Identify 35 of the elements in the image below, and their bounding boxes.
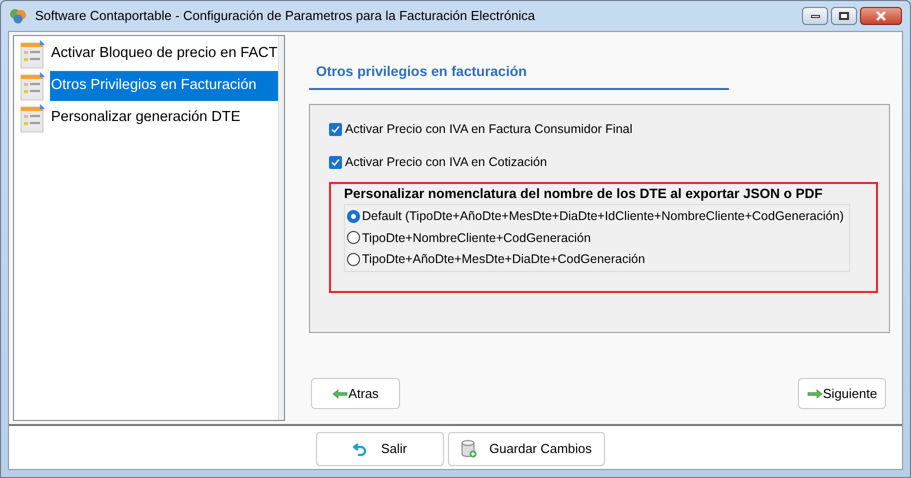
maximize-icon <box>839 12 849 20</box>
arrow-icon <box>332 388 348 398</box>
arrow-icon <box>806 388 823 398</box>
app-icon <box>9 8 27 24</box>
checkbox-label: Activar Precio con IVA en Factura Consumidor Final <box>345 121 632 138</box>
section-title: Otros privilegios en facturación <box>316 63 527 79</box>
radio-button[interactable] <box>347 231 360 244</box>
list-document-icon <box>20 39 46 69</box>
scrollbar[interactable] <box>278 36 284 420</box>
next-button[interactable]: Siguiente <box>798 378 886 409</box>
list-document-icon <box>20 71 46 101</box>
close-icon <box>875 11 887 21</box>
radio-button[interactable] <box>347 253 360 266</box>
sidebar-item[interactable]: Activar Bloqueo de precio en FACT <box>50 39 278 69</box>
radio-label: Default (TipoDte+AñoDte+MesDte+DiaDte+IdCliente+NombreCliente+CodGeneración) <box>362 208 844 225</box>
back-button[interactable]: Atras <box>311 378 400 409</box>
close-button[interactable] <box>860 7 902 25</box>
undo-icon <box>352 442 367 456</box>
sidebar-item[interactable]: Personalizar generación DTE <box>50 103 242 133</box>
minimize-icon <box>810 14 820 18</box>
radio-label: TipoDte+AñoDte+MesDte+DiaDte+CodGeneración <box>362 251 646 268</box>
window-title: Software Contaportable - Configuración de Parametros para la Facturación Electrónica <box>35 7 536 26</box>
group-title: Personalizar nomenclatura del nombre de los DTE al exportar JSON o PDF <box>344 184 824 203</box>
checkbox[interactable] <box>329 122 342 136</box>
list-document-icon <box>20 103 46 133</box>
maximize-button[interactable] <box>831 7 857 25</box>
sidebar-item[interactable]: Otros Privilegios en Facturación <box>50 71 278 101</box>
exit-button[interactable]: Salir <box>316 432 444 466</box>
save-button[interactable]: Guardar Cambios <box>448 432 605 466</box>
minimize-button[interactable] <box>802 7 828 25</box>
checkbox[interactable] <box>329 156 342 169</box>
radio-button[interactable] <box>347 210 360 223</box>
radio-label: TipoDte+NombreCliente+CodGeneración <box>362 230 591 247</box>
database-add-icon <box>461 440 478 458</box>
checkbox-label: Activar Precio con IVA en Cotización <box>345 154 547 171</box>
